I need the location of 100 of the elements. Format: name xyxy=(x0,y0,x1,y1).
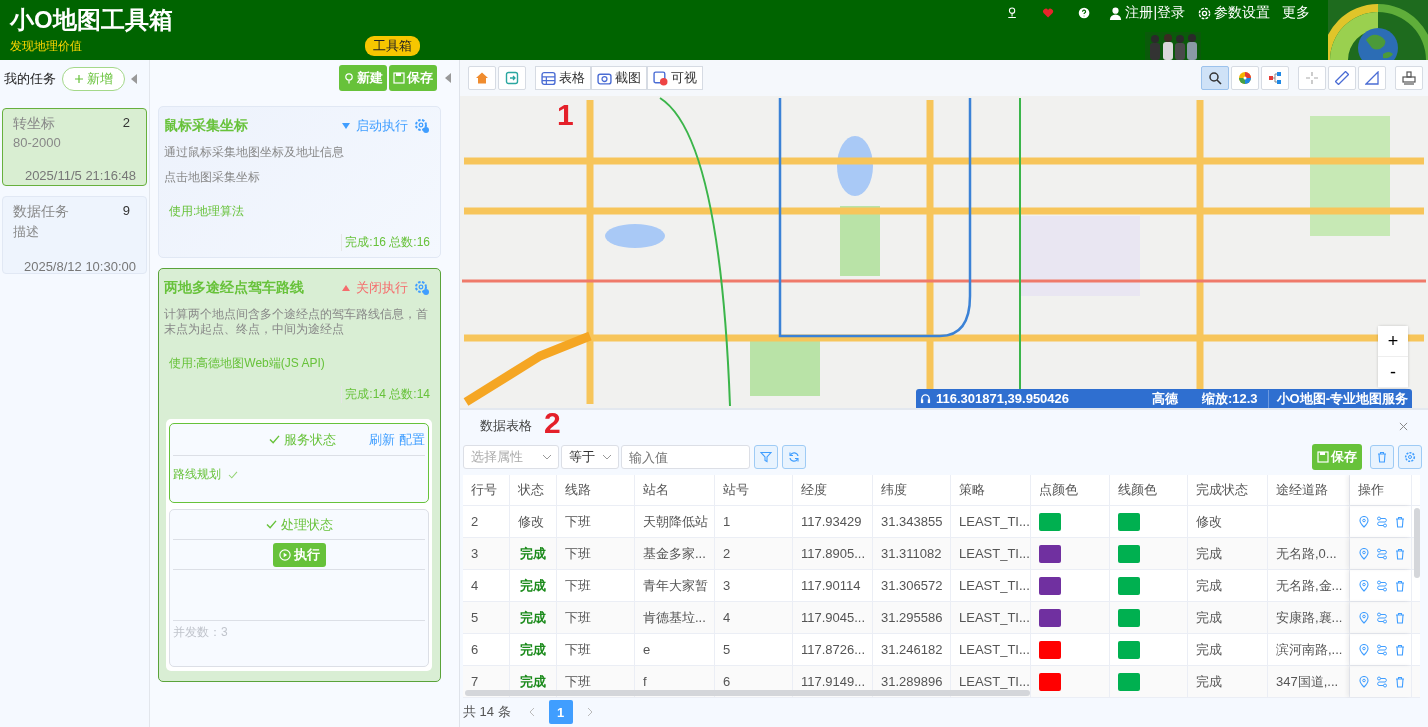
settings-button[interactable] xyxy=(1398,445,1422,469)
table-cell: e xyxy=(635,634,715,665)
table-cell: 31.306572 xyxy=(873,570,951,601)
previous-page-icon[interactable] xyxy=(528,707,535,717)
scrollbar[interactable] xyxy=(1414,508,1420,578)
save-icon xyxy=(1317,451,1329,463)
execute-toggle[interactable]: 启动执行 xyxy=(342,117,408,135)
settings-icon[interactable] xyxy=(414,118,430,134)
next-page-icon[interactable] xyxy=(586,707,593,717)
login-link[interactable]: 注册|登录 xyxy=(1108,4,1185,22)
task-card[interactable]: 转坐标 2 80-2000 2025/11/5 21:16:48 xyxy=(2,108,147,186)
table-cell: 2 xyxy=(463,506,510,537)
save-icon xyxy=(393,72,405,84)
zoom-out-button[interactable]: - xyxy=(1378,357,1408,388)
table-cell: 5 xyxy=(463,602,510,633)
table-cell: 1 xyxy=(715,506,793,537)
tree-button[interactable] xyxy=(1261,66,1289,90)
chevron-down-icon xyxy=(542,454,552,460)
visualize-button[interactable]: 可视 xyxy=(647,66,703,90)
table-cell: 31.311082 xyxy=(873,538,951,569)
locate-icon[interactable] xyxy=(1358,675,1370,688)
route-icon[interactable] xyxy=(1376,675,1388,688)
color-wheel-button[interactable] xyxy=(1231,66,1259,90)
check-icon xyxy=(269,435,280,444)
refresh-link[interactable]: 刷新 xyxy=(369,430,395,449)
map-service-link[interactable]: 小O地图-专业地图服务 xyxy=(1267,389,1408,408)
screenshot-button[interactable]: 截图 xyxy=(591,66,647,90)
help-icon[interactable] xyxy=(1078,5,1091,21)
delete-icon[interactable] xyxy=(1394,611,1406,624)
triangle-ruler-button[interactable] xyxy=(1358,66,1386,90)
chart-icon xyxy=(653,70,668,86)
locate-icon[interactable] xyxy=(1358,515,1370,528)
task-name: 数据任务 xyxy=(13,203,69,221)
app-title: 小O地图工具箱 xyxy=(10,5,174,35)
delete-icon[interactable] xyxy=(1394,643,1406,656)
close-icon[interactable] xyxy=(1399,421,1408,431)
more-link[interactable]: 更多 xyxy=(1282,4,1310,22)
route-icon[interactable] xyxy=(1376,611,1388,624)
locate-icon[interactable] xyxy=(1358,579,1370,592)
ruler-button[interactable] xyxy=(1328,66,1356,90)
value-input[interactable]: 输入值 xyxy=(621,445,750,469)
route-icon[interactable] xyxy=(1376,515,1388,528)
filter-button[interactable] xyxy=(754,445,778,469)
table-view-button[interactable]: 表格 xyxy=(535,66,591,90)
delete-icon[interactable] xyxy=(1394,515,1406,528)
route-icon[interactable] xyxy=(1376,547,1388,560)
delete-icon[interactable] xyxy=(1394,675,1406,688)
column-header: 操作 xyxy=(1350,475,1412,505)
route-icon[interactable] xyxy=(1376,643,1388,656)
page-button[interactable]: 1 xyxy=(548,700,573,724)
task-card[interactable]: 数据任务 9 描述 2025/8/12 10:30:00 xyxy=(2,196,147,274)
table-cell: 117.93429 xyxy=(793,506,873,537)
ruler-icon xyxy=(1335,71,1349,85)
annotation-number: 1 xyxy=(557,100,574,130)
table-cell: 31.343855 xyxy=(873,506,951,537)
route-icon[interactable] xyxy=(1376,579,1388,592)
table-cell: 5 xyxy=(715,634,793,665)
table-cell: 完成 xyxy=(510,634,557,665)
settings-link[interactable]: 参数设置 xyxy=(1197,4,1270,22)
locate-icon[interactable] xyxy=(1358,643,1370,656)
user-icon xyxy=(1108,5,1124,21)
section-title: 处理状态 xyxy=(265,515,333,534)
locate-icon[interactable] xyxy=(1358,547,1370,560)
settings-icon[interactable] xyxy=(414,280,430,296)
stamp-button[interactable] xyxy=(1395,66,1423,90)
progress-text: 完成:14 总数:14 xyxy=(341,386,430,403)
export-button[interactable] xyxy=(498,66,526,90)
search-button[interactable] xyxy=(1201,66,1229,90)
app-slogan: 发现地理价值 xyxy=(10,38,83,55)
location-person-icon[interactable] xyxy=(1006,5,1019,21)
table-cell: LEAST_TI... xyxy=(951,602,1031,633)
tool-card[interactable]: 鼠标采集坐标 启动执行 通过鼠标采集地图坐标及地址信息 点击地图采集坐标 使用:地理算法 完成:16 总数:16 xyxy=(158,106,441,258)
column-header: 状态 xyxy=(510,475,557,505)
task-time: 2025/11/5 21:16:48 xyxy=(23,168,136,183)
table-cell: 6 xyxy=(463,634,510,665)
stamp-icon xyxy=(1402,71,1416,85)
collapse-icon[interactable] xyxy=(445,73,451,83)
column-header: 线路 xyxy=(557,475,635,505)
collapse-icon[interactable] xyxy=(131,74,137,84)
table-cell: 下班 xyxy=(557,506,635,537)
locate-icon[interactable] xyxy=(1358,611,1370,624)
table-cell: 完成 xyxy=(1188,538,1268,569)
crosshair-icon xyxy=(1305,71,1319,85)
delete-button[interactable] xyxy=(1370,445,1394,469)
zoom-in-button[interactable]: + xyxy=(1378,326,1408,357)
delete-icon[interactable] xyxy=(1394,579,1406,592)
config-link[interactable]: 配置 xyxy=(399,430,425,449)
chevron-down-icon xyxy=(602,454,612,460)
table-cell: 完成 xyxy=(1188,666,1268,697)
scrollbar[interactable] xyxy=(465,690,1030,696)
play-icon xyxy=(278,548,291,561)
panel-title: 我的任务 xyxy=(4,70,56,88)
attribute-select[interactable]: 选择属性 xyxy=(463,445,559,469)
table-cell: LEAST_TI... xyxy=(951,506,1031,537)
delete-icon[interactable] xyxy=(1394,547,1406,560)
home-button[interactable] xyxy=(468,66,496,90)
operator-select[interactable]: 等于 xyxy=(561,445,619,469)
toolbox-badge[interactable]: 工具箱 xyxy=(365,36,420,56)
table-cell: 肯德基垃... xyxy=(635,602,715,633)
refresh-button[interactable] xyxy=(782,445,806,469)
